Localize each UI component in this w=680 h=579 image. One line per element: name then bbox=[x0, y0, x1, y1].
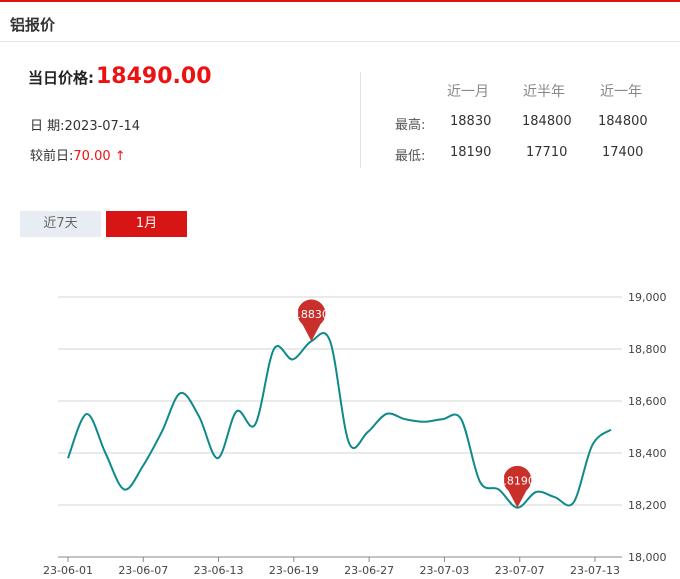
x-tick-label: 23-06-27 bbox=[344, 564, 394, 577]
y-tick-label: 18,000 bbox=[628, 551, 667, 564]
tab-7-days[interactable]: 近7天 bbox=[20, 211, 101, 237]
date-value: 2023-07-14 bbox=[64, 119, 141, 134]
data-point bbox=[460, 418, 463, 421]
change-value: 70.00 bbox=[73, 149, 111, 164]
divider bbox=[360, 72, 361, 168]
change-label: 较前日: bbox=[30, 149, 74, 164]
x-tick-label: 23-06-01 bbox=[43, 564, 93, 577]
data-point bbox=[478, 480, 481, 483]
price-value: 18490.00 bbox=[96, 64, 212, 89]
x-tick-label: 23-07-13 bbox=[570, 564, 620, 577]
stats-col-half-year: 近半年 bbox=[523, 84, 565, 100]
stats-high-year: 184800 bbox=[598, 114, 648, 129]
data-point bbox=[198, 415, 201, 418]
data-point bbox=[85, 413, 88, 416]
data-point bbox=[254, 423, 257, 426]
y-tick-label: 18,600 bbox=[628, 395, 667, 408]
x-tick-label: 23-07-03 bbox=[419, 564, 469, 577]
panel-title: 铝报价 bbox=[10, 16, 56, 34]
up-arrow-icon: ↑ bbox=[114, 149, 126, 164]
data-point bbox=[610, 428, 613, 431]
data-point bbox=[572, 501, 575, 504]
max-pin-label: 18830 bbox=[294, 308, 329, 321]
stats-high-month: 18830 bbox=[450, 114, 492, 129]
stats-row-high-label: 最高: bbox=[395, 118, 426, 133]
data-point bbox=[179, 392, 182, 395]
y-tick-label: 18,400 bbox=[628, 447, 667, 460]
data-point bbox=[497, 488, 500, 491]
data-point bbox=[366, 431, 369, 434]
x-tick-label: 23-07-07 bbox=[495, 564, 545, 577]
data-point bbox=[123, 488, 126, 491]
data-point bbox=[272, 348, 275, 351]
stats-high-half-year: 184800 bbox=[522, 114, 572, 129]
data-point bbox=[404, 418, 407, 421]
x-tick-label: 23-06-13 bbox=[194, 564, 244, 577]
data-point bbox=[67, 457, 70, 460]
current-price: 当日价格:18490.00 bbox=[28, 64, 212, 89]
y-tick-label: 18,800 bbox=[628, 343, 667, 356]
data-point bbox=[329, 340, 332, 343]
data-point bbox=[535, 491, 538, 494]
date-label: 日 期: bbox=[30, 119, 65, 134]
stats-low-half-year: 17710 bbox=[526, 145, 568, 160]
stats-row-low-label: 最低: bbox=[395, 149, 426, 164]
price-label: 当日价格: bbox=[28, 69, 94, 87]
stats-low-month: 18190 bbox=[450, 145, 492, 160]
stats-col-month: 近一月 bbox=[447, 84, 489, 100]
data-point bbox=[385, 413, 388, 416]
stats-col-year: 近一年 bbox=[600, 84, 642, 100]
data-point bbox=[104, 452, 107, 455]
data-point bbox=[553, 496, 556, 499]
tab-1-month[interactable]: 1月 bbox=[106, 211, 187, 237]
data-point bbox=[347, 441, 350, 444]
y-tick-label: 19,000 bbox=[628, 291, 667, 304]
change-row: 较前日:70.00 ↑ bbox=[30, 145, 126, 164]
data-point bbox=[422, 420, 425, 423]
panel-header: 铝报价 bbox=[0, 2, 680, 42]
date-row: 日 期:2023-07-14 bbox=[30, 115, 140, 134]
stats-low-year: 17400 bbox=[602, 145, 644, 160]
data-point bbox=[235, 410, 238, 413]
data-point bbox=[441, 418, 444, 421]
price-line-chart: 18,000 18,200 18,400 18,600 18,800 19,000 23-0… bbox=[43, 291, 667, 577]
y-tick-label: 18,200 bbox=[628, 499, 667, 512]
data-point bbox=[591, 444, 594, 447]
data-point bbox=[216, 457, 219, 460]
data-point bbox=[160, 431, 163, 434]
x-tick-label: 23-06-07 bbox=[118, 564, 168, 577]
min-pin-label: 18190 bbox=[500, 475, 535, 488]
data-point bbox=[291, 358, 294, 361]
x-tick-label: 23-06-19 bbox=[269, 564, 319, 577]
data-point bbox=[141, 465, 144, 468]
